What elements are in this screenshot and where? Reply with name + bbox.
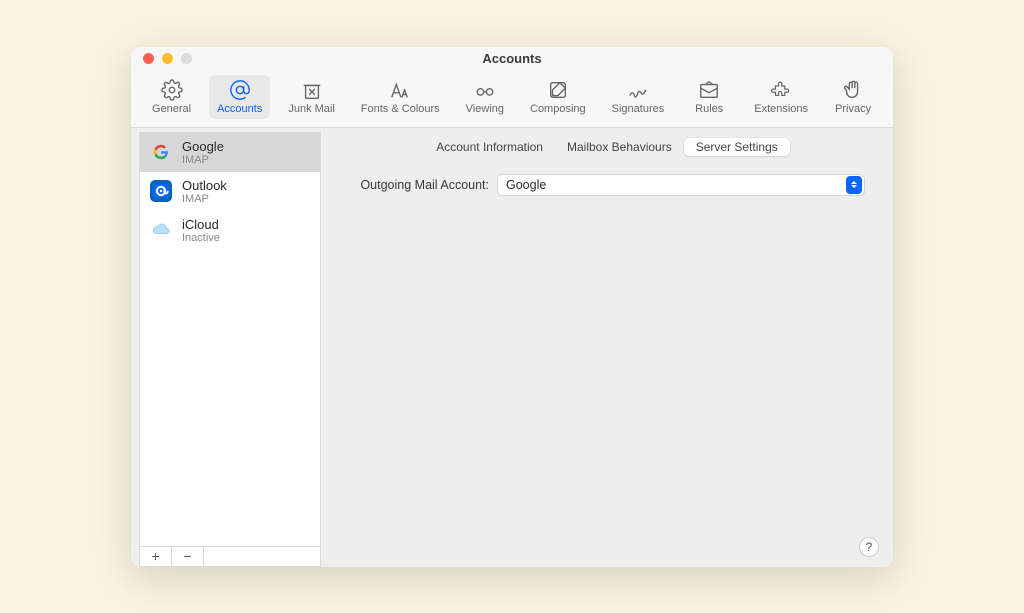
account-item-outlook[interactable]: Outlook IMAP [140,172,320,211]
toolbar-extensions[interactable]: Extensions [746,75,816,119]
help-button[interactable]: ? [859,537,879,557]
outgoing-mail-label: Outgoing Mail Account: [349,178,489,192]
accounts-sidebar: Google IMAP Outlook IMAP [139,132,321,567]
toolbar-signatures[interactable]: Signatures [604,75,673,119]
sidebar-footer-spacer [204,547,320,566]
toolbar-label: Extensions [754,103,808,115]
toolbar-label: Viewing [466,103,504,115]
content-area: Google IMAP Outlook IMAP [131,128,893,567]
toolbar-accounts[interactable]: Accounts [209,75,270,119]
select-value: Google [506,178,546,192]
font-icon [388,79,412,101]
remove-account-button[interactable]: − [172,547,204,566]
account-subtitle: IMAP [182,154,224,166]
sidebar-footer: + − [140,546,320,566]
toolbar-label: Fonts & Colours [361,103,440,115]
account-item-google[interactable]: Google IMAP [140,133,320,172]
main-panel: Account Information Mailbox Behaviours S… [329,132,885,567]
toolbar-junk-mail[interactable]: Junk Mail [280,75,342,119]
google-icon [150,141,172,163]
glasses-icon [473,79,497,101]
toolbar-label: Composing [530,103,586,115]
outgoing-mail-row: Outgoing Mail Account: Google [329,162,885,208]
signature-icon [626,79,650,101]
toolbar-label: General [152,103,191,115]
toolbar-label: Signatures [612,103,665,115]
account-name: Outlook [182,178,227,193]
tab-mailbox-behaviours[interactable]: Mailbox Behaviours [555,138,684,156]
account-subtitle: Inactive [182,232,220,244]
toolbar-label: Rules [695,103,723,115]
toolbar-viewing[interactable]: Viewing [458,75,512,119]
toolbar-label: Accounts [217,103,262,115]
settings-tabs: Account Information Mailbox Behaviours S… [329,132,885,162]
toolbar-label: Junk Mail [288,103,334,115]
trash-icon [300,79,324,101]
add-account-button[interactable]: + [140,547,172,566]
toolbar: General Accounts Junk Mail Fonts & Colou… [131,71,893,128]
account-list: Google IMAP Outlook IMAP [140,133,320,546]
titlebar: Accounts [131,47,893,71]
toolbar-privacy[interactable]: Privacy [826,75,880,119]
account-item-icloud[interactable]: iCloud Inactive [140,211,320,250]
gear-icon [160,79,184,101]
toolbar-general[interactable]: General [144,75,199,119]
select-arrows-icon [846,176,862,194]
toolbar-label: Privacy [835,103,871,115]
preferences-window: Accounts General Accounts Junk Mail Font… [131,47,893,567]
toolbar-composing[interactable]: Composing [522,75,594,119]
hand-icon [841,79,865,101]
window-title: Accounts [131,51,893,66]
rules-icon [697,79,721,101]
outgoing-mail-select[interactable]: Google [497,174,865,196]
puzzle-icon [769,79,793,101]
toolbar-fonts-colours[interactable]: Fonts & Colours [353,75,448,119]
tab-account-information[interactable]: Account Information [424,138,555,156]
outlook-icon [150,180,172,202]
account-name: Google [182,139,224,154]
account-subtitle: IMAP [182,193,227,205]
at-icon [228,79,252,101]
tab-server-settings[interactable]: Server Settings [684,138,790,156]
account-name: iCloud [182,217,220,232]
compose-icon [546,79,570,101]
toolbar-rules[interactable]: Rules [682,75,736,119]
icloud-icon [150,219,172,241]
